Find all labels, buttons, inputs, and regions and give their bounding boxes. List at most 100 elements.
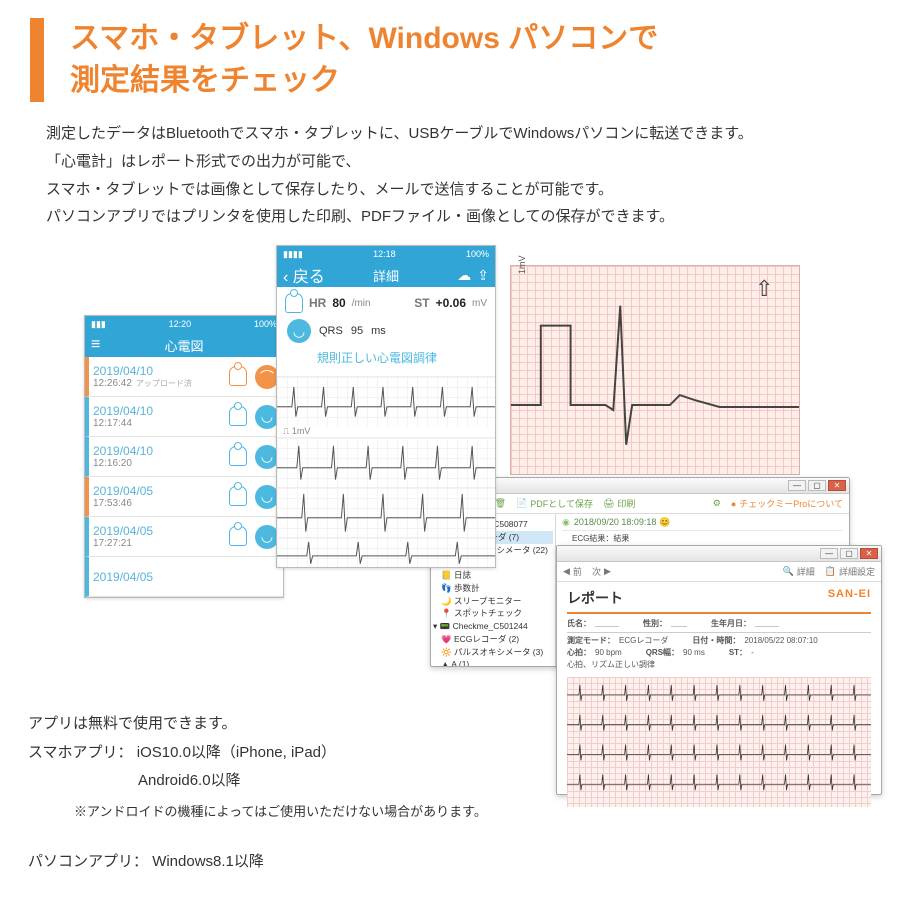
toolbar-print[interactable]: 🖨 印刷: [603, 497, 635, 510]
list-item[interactable]: 2019/04/1012:26:42アップロード済⌒: [85, 357, 283, 397]
status-bar: ▮▮▮▮ 12:18 100%: [277, 246, 495, 263]
ecg-list: 2019/04/1012:26:42アップロード済⌒2019/04/1012:1…: [85, 357, 283, 597]
footer-value: Windows8.1以降: [152, 853, 264, 870]
list-item[interactable]: 2019/04/0517:53:46◡: [85, 477, 283, 517]
ecg-paper-printout: 1mV ⇧: [510, 265, 800, 475]
hr-value: 90 bpm: [595, 648, 622, 657]
close-button[interactable]: ✕: [860, 548, 878, 559]
ecg-strip: [277, 437, 495, 487]
tree-node[interactable]: 💗 ECGレコーダ (2): [433, 633, 553, 646]
title-line-1: スマホ・タブレット、Windows パソコンで: [70, 22, 658, 55]
page-title: スマホ・タブレット、Windows パソコンで 測定結果をチェック: [70, 18, 658, 102]
torso-icon: [229, 446, 247, 466]
toolbar-delete[interactable]: 🗑: [495, 498, 506, 509]
tree-node[interactable]: ▲ A (1): [433, 658, 553, 666]
share-icon[interactable]: ⇪: [477, 267, 489, 284]
report-title: レポート: [567, 588, 623, 608]
intro-line: パソコンアプリではプリンタを使用した印刷、PDFファイル・画像としての保存ができ…: [46, 203, 870, 231]
torso-icon: [229, 366, 247, 386]
report-body: レポート SAN-EI 氏名：＿＿＿ 性別：＿＿ 生年月日：＿＿＿ 測定モード：…: [557, 582, 881, 813]
minimize-button[interactable]: —: [820, 548, 838, 559]
smile-face-icon: ◡: [287, 319, 311, 343]
list-item[interactable]: 2019/04/05: [85, 557, 283, 597]
torso-icon: [229, 406, 247, 426]
sex-label: 性別：: [643, 619, 667, 628]
toolbar-next[interactable]: 次 ▶: [592, 565, 611, 578]
ecg-strip: [277, 537, 495, 567]
footer-label: スマホアプリ：: [28, 744, 133, 761]
toolbar-settings[interactable]: ⚙: [713, 498, 721, 509]
toolbar-advanced[interactable]: 📋 詳細設定: [825, 565, 875, 578]
tree-node[interactable]: 📒 日誌: [433, 569, 553, 582]
screenshot-cluster: ▮▮▮ 12:20 100% ≡ 心電図 2019/04/1012:26:42ア…: [0, 245, 900, 665]
qrs-value: 90 ms: [683, 648, 705, 657]
hr-label: 心拍：: [567, 648, 591, 657]
maximize-button[interactable]: ▢: [808, 480, 826, 491]
toolbar-prev[interactable]: ◀ 前: [563, 565, 582, 578]
list-item[interactable]: 2019/04/1012:16:20◡: [85, 437, 283, 477]
minimize-button[interactable]: —: [788, 480, 806, 491]
intro-paragraph: 測定したデータはBluetoothでスマホ・タブレットに、USBケーブルでWin…: [0, 110, 900, 231]
toolbar-pdf[interactable]: 📄 PDFとして保存: [516, 497, 593, 510]
phone-list-screen: ▮▮▮ 12:20 100% ≡ 心電図 2019/04/1012:26:42ア…: [84, 315, 284, 598]
st-value: -: [751, 648, 754, 657]
hr-label: HR: [309, 296, 326, 310]
hr-value: 80: [332, 296, 345, 310]
list-item[interactable]: 2019/04/0517:27:21◡: [85, 517, 283, 557]
clock: 12:18: [373, 249, 396, 260]
signal-icon: ▮▮▮: [91, 319, 106, 330]
st-label: ST: [414, 296, 429, 310]
signal-icon: ▮▮▮▮: [283, 249, 303, 260]
birth-label: 生年月日：: [711, 619, 751, 628]
status-bar: ▮▮▮ 12:20 100%: [85, 316, 283, 333]
back-button[interactable]: ‹ 戻る: [283, 263, 325, 287]
tree-node[interactable]: 🔆 パルスオキシメータ (3): [433, 646, 553, 659]
windows-app-report: — ▢ ✕ ◀ 前 次 ▶ 🔍 詳細 📋 詳細設定 レポート SAN-EI 氏名…: [556, 545, 882, 795]
list-item[interactable]: 2019/04/1012:17:44◡: [85, 397, 283, 437]
scale-label: ⎍ 1mV: [277, 426, 495, 437]
name-label: 氏名：: [567, 619, 591, 628]
tree-node[interactable]: 🌙 スリープモニター: [433, 595, 553, 608]
battery: 100%: [466, 249, 489, 260]
st-value: +0.06: [436, 296, 466, 310]
toolbar-zoom[interactable]: 🔍 詳細: [783, 565, 815, 578]
report-ecg: [567, 677, 871, 807]
intro-line: 「心電計」はレポート形式での出力が可能で、: [46, 148, 870, 176]
tree-node[interactable]: 👣 歩数計: [433, 582, 553, 595]
intro-line: 測定したデータはBluetoothでスマホ・タブレットに、USBケーブルでWin…: [46, 120, 870, 148]
tree-node[interactable]: 📍 スポットチェック: [433, 607, 553, 620]
mode-value: ECGレコーダ: [619, 636, 668, 645]
ecg-strip: [277, 376, 495, 426]
mode-label: 測定モード：: [567, 636, 615, 645]
qrs-label: QRS幅：: [646, 648, 679, 657]
tree-root[interactable]: Checkme_C501244: [453, 621, 528, 631]
qrs-value: 95: [351, 325, 363, 337]
detail-card: HR 80 /min ST +0.06 mV ◡ QRS 95 ms 規則正しい…: [277, 287, 495, 376]
toolbar-about[interactable]: ● チェックミーProについて: [731, 497, 843, 510]
datetime-value: 2018/05/22 08:07:10: [744, 636, 817, 645]
nav-bar: ≡ 心電図: [85, 333, 283, 357]
maximize-button[interactable]: ▢: [840, 548, 858, 559]
ecg-strip: [277, 487, 495, 537]
rhythm-text: 規則正しい心電図調律: [317, 349, 487, 366]
datetime-label: 日付・時間：: [692, 636, 740, 645]
cloud-icon[interactable]: ☁: [457, 267, 471, 284]
hr-unit: /min: [352, 298, 371, 309]
nav-title: 詳細: [373, 266, 399, 285]
brand-logo: SAN-EI: [828, 588, 871, 608]
footer-info: アプリは無料で使用できます。 スマホアプリ： iOS10.0以降（iPhone,…: [28, 710, 487, 877]
section-header: スマホ・タブレット、Windows パソコンで 測定結果をチェック: [0, 0, 900, 110]
toolbar: ◀ 前 次 ▶ 🔍 詳細 📋 詳細設定: [557, 562, 881, 582]
phone-detail-screen: ▮▮▮▮ 12:18 100% ‹ 戻る 詳細 ☁ ⇪ HR 80 /min S…: [276, 245, 496, 568]
close-button[interactable]: ✕: [828, 480, 846, 491]
st-label: ST：: [729, 648, 747, 657]
footer-line: アプリは無料で使用できます。: [28, 710, 487, 739]
footer-value: iOS10.0以降（iPhone, iPad）: [137, 744, 336, 761]
accent-bar: [30, 18, 44, 102]
footer-value: Android6.0以降: [138, 767, 487, 796]
back-label: 戻る: [293, 269, 325, 286]
menu-icon[interactable]: ≡: [91, 336, 100, 354]
torso-icon: [285, 293, 303, 313]
battery: 100%: [254, 319, 277, 330]
qrs-unit: ms: [371, 325, 386, 337]
